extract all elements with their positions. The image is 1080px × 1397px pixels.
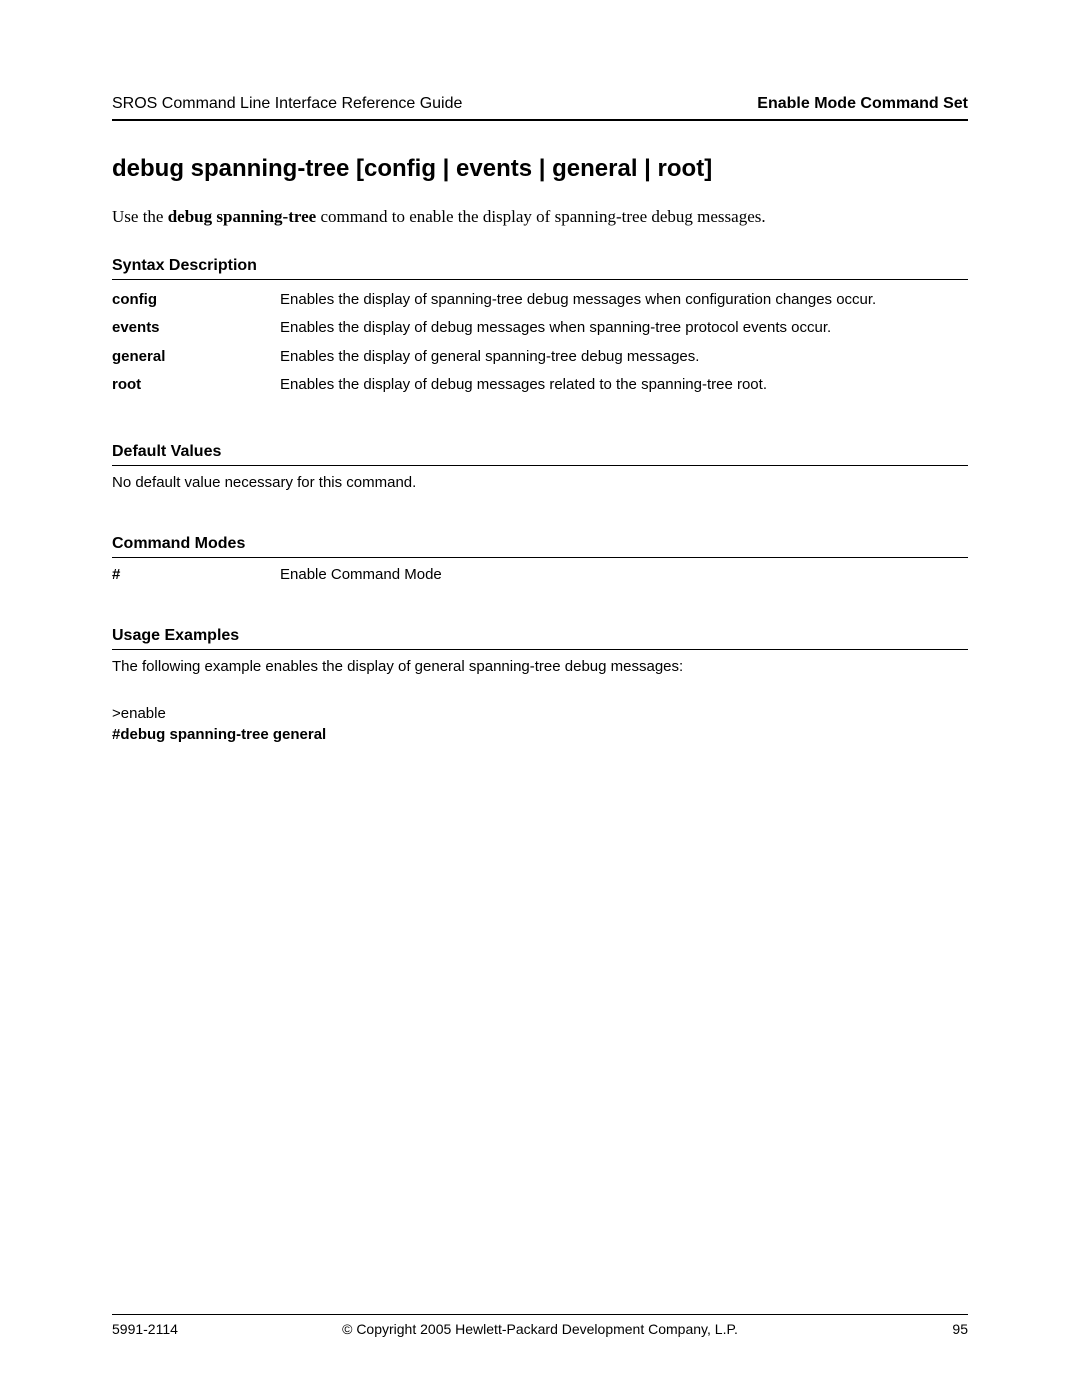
syntax-desc: Enables the display of spanning-tree deb… [280,286,968,314]
modes-row: # Enable Command Mode [112,566,968,583]
modes-heading: Command Modes [112,535,968,558]
modes-symbol: # [112,566,280,583]
intro-prefix: Use the [112,207,168,226]
usage-line1: >enable [112,703,968,724]
usage-commands: >enable #debug spanning-tree general [112,703,968,745]
footer-right: 95 [952,1321,968,1337]
header-left: SROS Command Line Interface Reference Gu… [112,95,462,113]
table-row: root Enables the display of debug messag… [112,371,968,399]
page-footer: 5991-2114 © Copyright 2005 Hewlett-Packa… [112,1314,968,1337]
intro-command: debug spanning-tree [168,207,316,226]
defaults-text: No default value necessary for this comm… [112,474,968,491]
syntax-heading: Syntax Description [112,257,968,280]
syntax-table: config Enables the display of spanning-t… [112,286,968,399]
intro-paragraph: Use the debug spanning-tree command to e… [112,207,968,227]
syntax-key: events [112,314,280,342]
syntax-key: root [112,371,280,399]
page: SROS Command Line Interface Reference Gu… [0,0,1080,1397]
footer-center: © Copyright 2005 Hewlett-Packard Develop… [112,1321,968,1337]
table-row: general Enables the display of general s… [112,343,968,371]
table-row: events Enables the display of debug mess… [112,314,968,342]
usage-heading: Usage Examples [112,627,968,650]
usage-line2: #debug spanning-tree general [112,724,968,745]
footer-left: 5991-2114 [112,1321,178,1337]
command-title: debug spanning-tree [config | events | g… [112,155,968,183]
modes-text: Enable Command Mode [280,566,442,583]
defaults-heading: Default Values [112,443,968,466]
header-right: Enable Mode Command Set [757,95,968,113]
page-header: SROS Command Line Interface Reference Gu… [112,95,968,121]
syntax-key: config [112,286,280,314]
syntax-desc: Enables the display of debug messages re… [280,371,968,399]
table-row: config Enables the display of spanning-t… [112,286,968,314]
intro-suffix: command to enable the display of spannin… [316,207,765,226]
syntax-key: general [112,343,280,371]
syntax-desc: Enables the display of debug messages wh… [280,314,968,342]
syntax-desc: Enables the display of general spanning-… [280,343,968,371]
usage-intro: The following example enables the displa… [112,658,968,675]
